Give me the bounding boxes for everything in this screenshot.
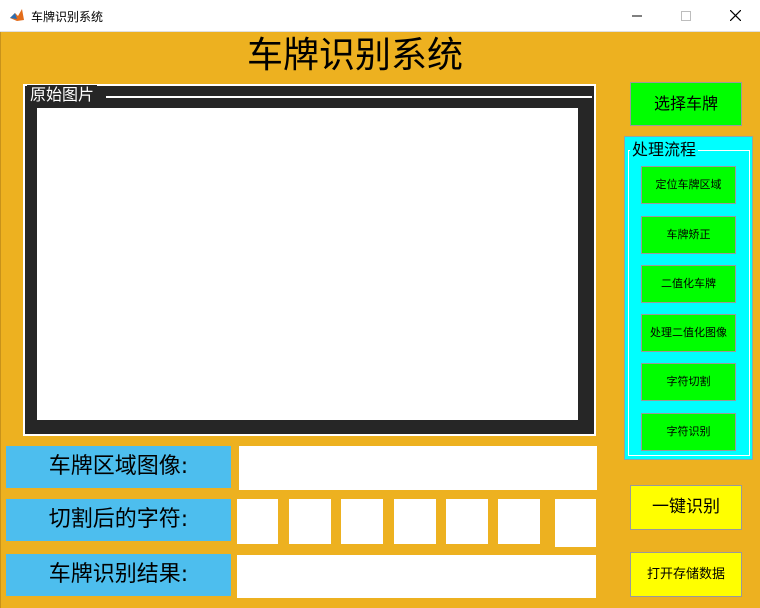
recognition-result-label: 车牌识别结果: xyxy=(6,554,231,596)
char-box-1 xyxy=(237,499,278,544)
char-box-6 xyxy=(498,499,540,544)
window-title: 车牌识别系统 xyxy=(31,10,104,24)
char-segmentation-button[interactable]: 字符切割 xyxy=(641,363,736,401)
plate-region-label: 车牌区域图像: xyxy=(6,446,231,488)
process-binary-image-button[interactable]: 处理二值化图像 xyxy=(641,314,736,352)
recognition-result-box xyxy=(237,555,596,598)
figure-client-area: 车牌识别系统 原始图片 车牌区域图像: 切割后的字符: 车牌识别结果: 选择车牌… xyxy=(0,32,760,608)
plate-region-image-box xyxy=(239,446,597,490)
one-click-recognize-button[interactable]: 一键识别 xyxy=(630,485,742,530)
maximize-icon xyxy=(681,10,691,21)
char-box-7 xyxy=(555,499,596,547)
segmented-chars-label: 切割后的字符: xyxy=(6,499,231,541)
char-box-4 xyxy=(394,499,436,544)
app-heading: 车牌识别系统 xyxy=(246,35,463,76)
maximize-button[interactable] xyxy=(663,0,709,31)
locate-plate-region-button[interactable]: 定位车牌区域 xyxy=(641,166,736,204)
plate-correction-button[interactable]: 车牌矫正 xyxy=(641,216,736,254)
select-plate-button[interactable]: 选择车牌 xyxy=(630,82,742,126)
binarize-plate-button[interactable]: 二值化车牌 xyxy=(641,265,736,303)
close-button[interactable] xyxy=(712,0,758,31)
original-image-axes xyxy=(37,108,578,420)
char-box-3 xyxy=(341,499,383,544)
minimize-icon xyxy=(632,15,642,16)
window-titlebar: 车牌识别系统 xyxy=(0,0,760,32)
original-image-legend: 原始图片 xyxy=(27,85,98,105)
char-recognition-button[interactable]: 字符识别 xyxy=(641,413,736,451)
panel-border-line xyxy=(106,96,592,98)
char-box-2 xyxy=(289,499,331,544)
close-icon xyxy=(729,10,741,21)
char-box-5 xyxy=(446,499,488,544)
matlab-icon xyxy=(9,7,25,23)
minimize-button[interactable] xyxy=(614,0,660,31)
process-panel-legend: 处理流程 xyxy=(630,140,699,160)
open-saved-data-button[interactable]: 打开存储数据 xyxy=(630,552,742,597)
